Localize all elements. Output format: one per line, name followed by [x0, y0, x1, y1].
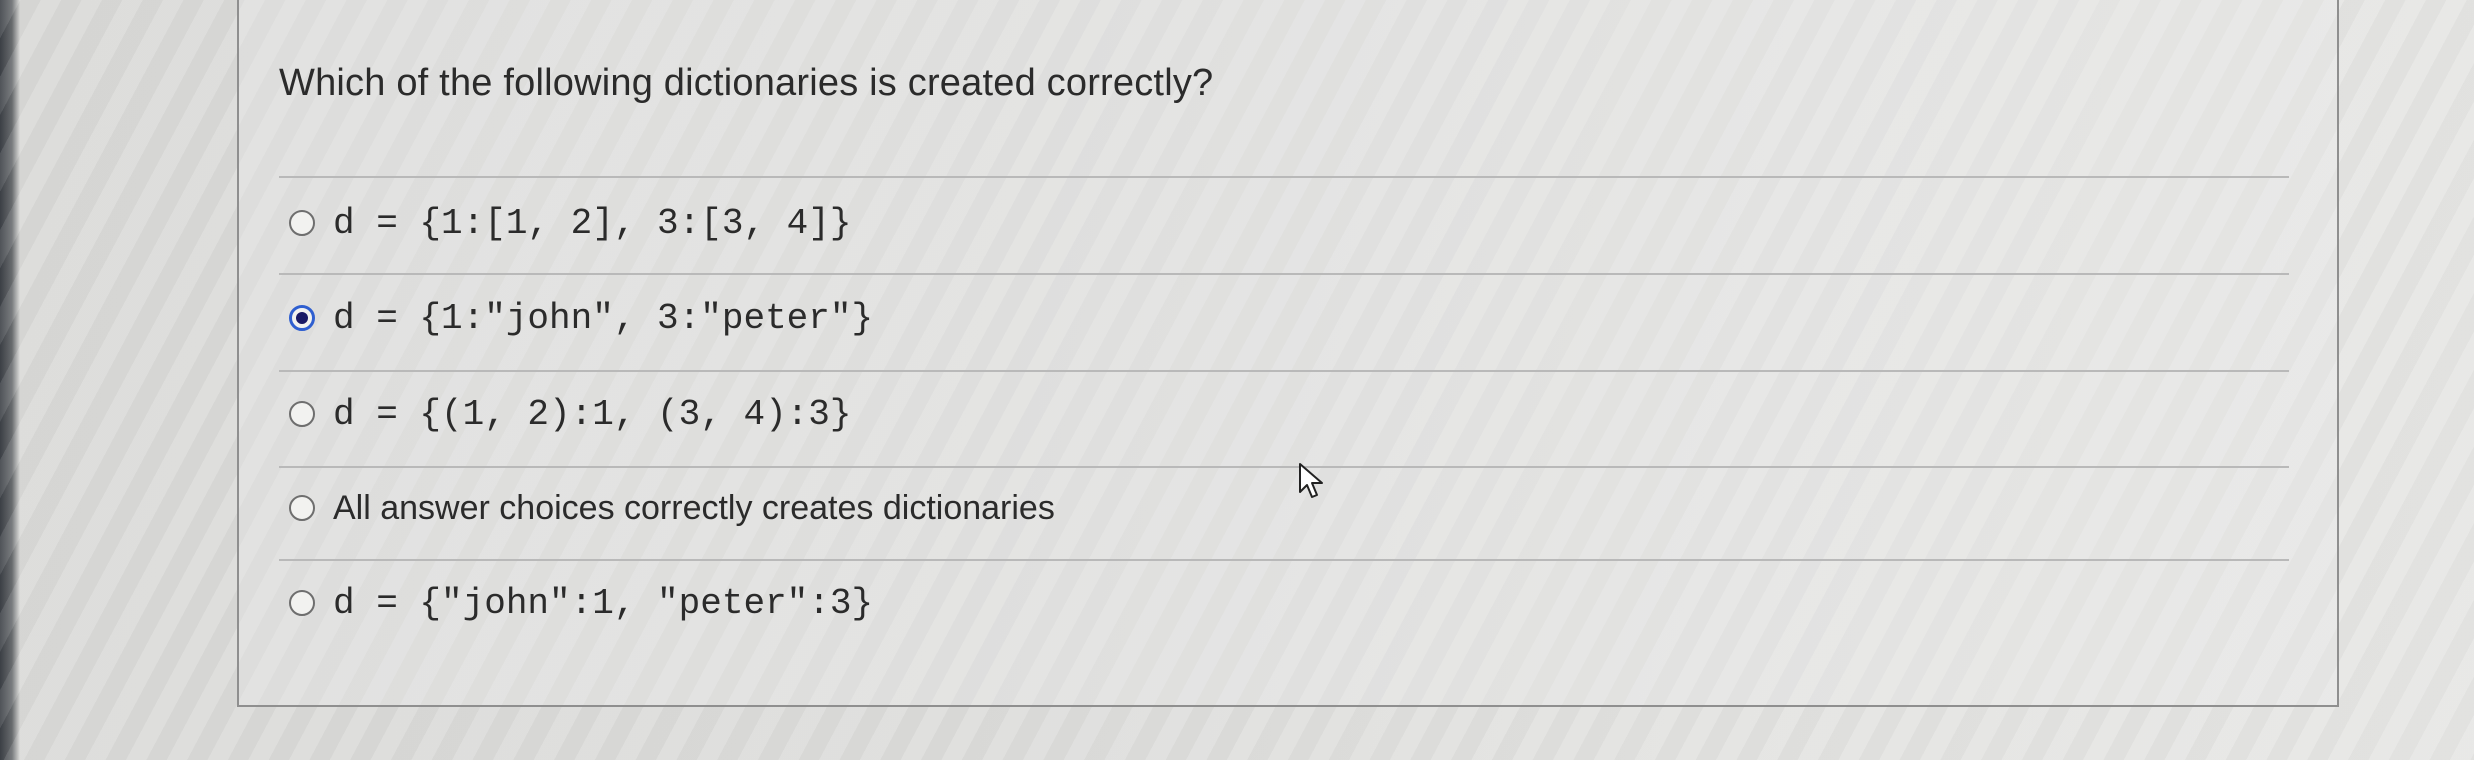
radio-button[interactable]	[289, 210, 315, 236]
radio-button[interactable]	[289, 401, 315, 427]
divider	[279, 370, 2289, 372]
radio-button[interactable]	[289, 495, 315, 521]
answer-option-label: d = {1:[1, 2], 3:[3, 4]}	[333, 202, 852, 244]
divider	[279, 273, 2289, 275]
answer-option-1[interactable]: d = {1:[1, 2], 3:[3, 4]}	[289, 193, 2189, 253]
screen-bezel-edge	[0, 0, 20, 760]
answer-option-5[interactable]: d = {"john":1, "peter":3}	[289, 573, 2189, 633]
divider	[279, 559, 2289, 561]
answer-option-2[interactable]: d = {1:"john", 3:"peter"}	[289, 288, 2189, 348]
radio-button[interactable]	[289, 590, 315, 616]
question-prompt: Which of the following dictionaries is c…	[279, 62, 1214, 104]
question-card: Which of the following dictionaries is c…	[237, 0, 2339, 707]
divider	[279, 466, 2289, 468]
answer-option-3[interactable]: d = {(1, 2):1, (3, 4):3}	[289, 384, 2189, 444]
answer-option-label: d = {"john":1, "peter":3}	[333, 582, 874, 624]
divider	[279, 176, 2289, 178]
answer-option-label: d = {(1, 2):1, (3, 4):3}	[333, 393, 852, 435]
answer-option-label: All answer choices correctly creates dic…	[333, 488, 1055, 527]
mouse-pointer-icon	[1299, 463, 1323, 498]
answer-option-4[interactable]: All answer choices correctly creates dic…	[289, 478, 2189, 538]
answer-option-label: d = {1:"john", 3:"peter"}	[333, 297, 874, 339]
radio-button-selected[interactable]	[289, 305, 315, 331]
